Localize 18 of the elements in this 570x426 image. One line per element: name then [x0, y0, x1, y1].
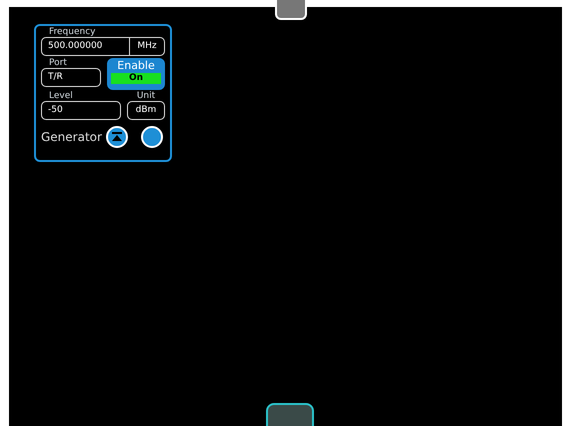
- frequency-unit: MHz: [136, 40, 158, 53]
- unit-label: Unit: [136, 91, 156, 101]
- level-field[interactable]: -50: [41, 101, 121, 120]
- enable-state: On: [111, 73, 161, 84]
- unit-field[interactable]: dBm: [127, 101, 165, 120]
- frequency-value: 500.000000: [42, 38, 130, 55]
- round-button[interactable]: [141, 126, 163, 148]
- frequency-field[interactable]: 500.000000 MHz: [41, 37, 165, 56]
- bottom-handle[interactable]: [266, 403, 314, 426]
- collapse-button[interactable]: [106, 126, 128, 148]
- enable-button[interactable]: Enable On: [107, 58, 165, 90]
- frequency-label: Frequency: [48, 27, 96, 37]
- panel-title: Generator: [41, 129, 102, 146]
- eject-icon: [110, 132, 123, 142]
- top-handle[interactable]: [275, 0, 307, 20]
- port-field[interactable]: T/R: [41, 68, 101, 87]
- port-label: Port: [48, 58, 68, 68]
- level-label: Level: [48, 91, 74, 101]
